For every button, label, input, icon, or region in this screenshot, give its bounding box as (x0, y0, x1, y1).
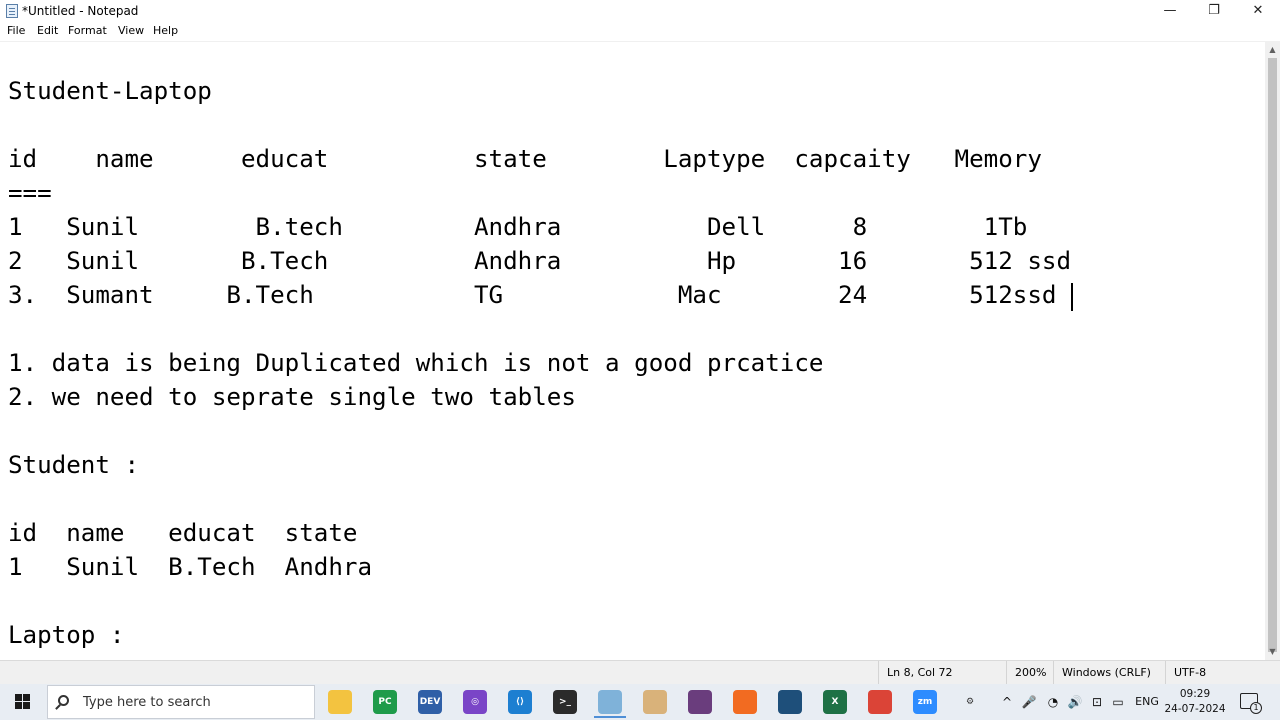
language-indicator[interactable]: ENG (1132, 684, 1162, 720)
battery-icon[interactable]: ▭ (1108, 684, 1128, 720)
windows-logo-icon-part (23, 702, 30, 709)
excel-icon[interactable]: X (823, 690, 847, 714)
encoding: UTF-8 (1165, 661, 1265, 685)
editor-line-13: Student : (8, 451, 140, 479)
zoom-icon[interactable]: zm (913, 690, 937, 714)
start-button[interactable] (0, 684, 46, 720)
search-placeholder: Type here to search (83, 695, 211, 710)
line-ending: Windows (CRLF) (1053, 661, 1164, 685)
microphone-icon[interactable]: 🎤 (1019, 684, 1039, 720)
github-desktop-icon[interactable]: ◎ (463, 690, 487, 714)
vertical-scrollbar[interactable]: ▲ ▼ (1265, 41, 1280, 660)
close-button[interactable]: ✕ (1236, 0, 1280, 22)
menu-bar: File Edit Format View Help (0, 22, 1280, 40)
editor-line-5: === (8, 179, 52, 207)
taskbar-search-box[interactable]: Type here to search (47, 685, 315, 719)
zoom-level: 200% (1006, 661, 1052, 685)
title-bar: *Untitled - Notepad — ❐ ✕ (0, 0, 1280, 22)
menu-file[interactable]: File (7, 24, 25, 37)
settings-icon[interactable]: ⚙ (958, 690, 982, 714)
chrome-icon[interactable] (868, 690, 892, 714)
windows-logo-icon-part (23, 694, 30, 701)
clock-date: 24-07-2024 (1164, 703, 1226, 715)
window-title: *Untitled - Notepad (22, 4, 139, 18)
menu-edit[interactable]: Edit (37, 24, 58, 37)
editor-line-10: 1. data is being Duplicated which is not… (8, 349, 824, 377)
pycharm-icon[interactable]: PC (373, 690, 397, 714)
winrar-icon[interactable] (688, 690, 712, 714)
search-icon (58, 695, 69, 706)
volume-icon[interactable]: 🔊 (1065, 684, 1085, 720)
scroll-down-icon[interactable]: ▼ (1265, 644, 1280, 659)
scroll-up-icon[interactable]: ▲ (1265, 42, 1280, 57)
scroll-thumb[interactable] (1268, 58, 1277, 652)
tray-chevron-icon[interactable]: ^ (998, 684, 1016, 720)
editor-line-15: id name educat state (8, 519, 358, 547)
vscode-icon[interactable]: ⟨⟩ (508, 690, 532, 714)
status-bar: Ln 8, Col 72 200% Windows (CRLF) UTF-8 (0, 660, 1280, 685)
notepad-icon (6, 4, 18, 18)
editor-line-16: 1 Sunil B.Tech Andhra (8, 553, 373, 581)
cursor-position: Ln 8, Col 72 (878, 661, 1000, 685)
windows-logo-icon-part (15, 702, 22, 709)
terminal-icon[interactable]: >_ (553, 690, 577, 714)
editor-line-6: 1 Sunil B.tech Andhra Dell 8 1Tb (8, 213, 1028, 241)
maximize-button[interactable]: ❐ (1192, 0, 1236, 22)
text-editor[interactable]: Student-Laptop id name educat state Lapt… (0, 41, 1265, 660)
clock-time: 09:29 (1179, 688, 1211, 700)
vpn-icon[interactable]: ⊡ (1088, 684, 1106, 720)
file-explorer-icon[interactable] (328, 690, 352, 714)
taskbar-clock[interactable]: 09:29 24-07-2024 (1160, 687, 1230, 717)
dev-app-icon[interactable]: DEV (418, 690, 442, 714)
notification-count: 1 (1250, 702, 1262, 714)
windows-logo-icon (15, 694, 22, 701)
wifi-icon[interactable]: ◔ (1043, 684, 1063, 720)
paint-icon[interactable] (643, 690, 667, 714)
text-caret (1071, 283, 1073, 311)
menu-format[interactable]: Format (68, 24, 107, 37)
editor-line-8: 3. Sumant B.Tech TG Mac 24 512ssd (8, 281, 1057, 309)
editor-line-2: Student-Laptop (8, 77, 212, 105)
mysql-workbench-icon[interactable] (778, 690, 802, 714)
minimize-button[interactable]: — (1148, 0, 1192, 22)
postman-icon[interactable] (733, 690, 757, 714)
taskbar: Type here to search PC DEV ◎ ⟨⟩ >_ Xzm ⚙ ^ 🎤 ◔… (0, 684, 1280, 720)
editor-line-4: id name educat state Laptype capcaity Me… (8, 145, 1042, 173)
editor-line-7: 2 Sunil B.Tech Andhra Hp 16 512 ssd (8, 247, 1072, 275)
notepad-icon[interactable] (594, 690, 626, 718)
editor-line-11: 2. we need to seprate single two tables (8, 383, 576, 411)
menu-view[interactable]: View (118, 24, 144, 37)
editor-line-18: Laptop : (8, 621, 125, 649)
menu-help[interactable]: Help (153, 24, 178, 37)
